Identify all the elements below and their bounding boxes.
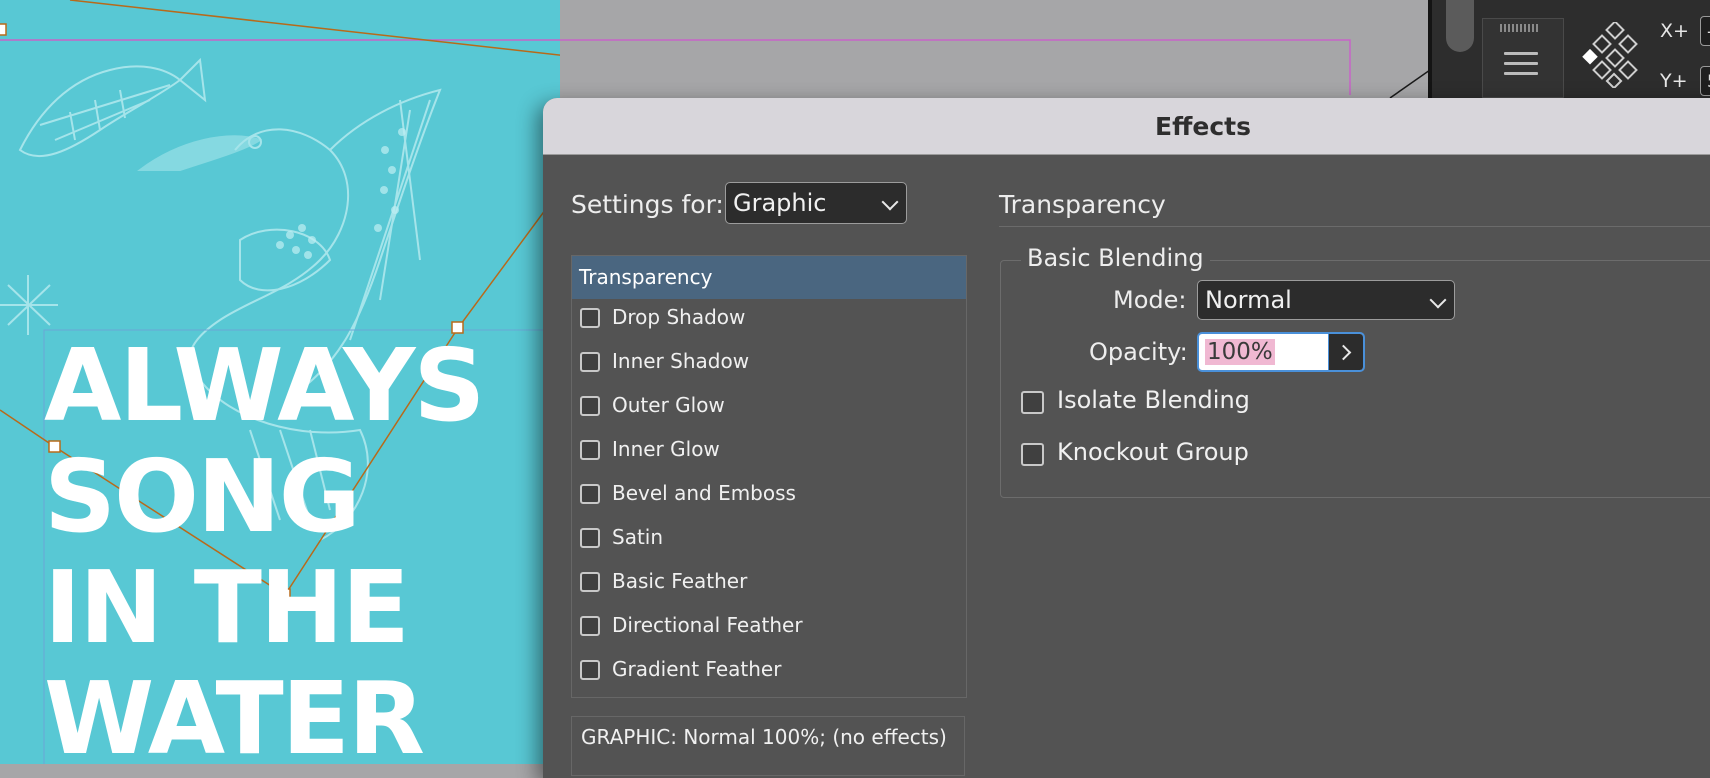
x-label: X+: [1660, 20, 1689, 42]
scrollbar-thumb[interactable]: [1446, 0, 1474, 52]
control-panel-strip: X+ - Y+ 5: [1428, 0, 1710, 98]
blend-mode-value: Normal: [1205, 286, 1292, 314]
effects-summary: GRAPHIC: Normal 100%; (no effects): [571, 716, 965, 776]
effect-label: Satin: [612, 525, 664, 549]
knockout-group-label: Knockout Group: [1057, 438, 1249, 466]
checkbox[interactable]: [580, 484, 600, 504]
mode-label: Mode:: [1113, 286, 1187, 314]
x-field[interactable]: -: [1700, 16, 1710, 46]
group-title: Basic Blending: [1021, 244, 1210, 272]
effect-label: Bevel and Emboss: [612, 481, 796, 505]
opacity-slider-button[interactable]: [1328, 334, 1363, 370]
pasteboard: [560, 0, 1430, 98]
effect-label: Directional Feather: [612, 613, 803, 637]
effect-label: Drop Shadow: [612, 305, 746, 329]
checkbox[interactable]: [580, 616, 600, 636]
panel-title: Transparency: [999, 190, 1166, 219]
effects-dialog: Effects Settings for: Graphic Transparen…: [543, 98, 1710, 778]
opacity-field[interactable]: 100%: [1197, 332, 1365, 372]
opacity-value[interactable]: 100%: [1205, 339, 1275, 365]
headline-line: IN THE: [44, 549, 410, 666]
effect-label: Inner Glow: [612, 437, 720, 461]
y-label: Y+: [1660, 70, 1688, 92]
divider: [999, 226, 1710, 227]
menu-icon[interactable]: [1504, 52, 1538, 78]
settings-for-value: Graphic: [733, 189, 827, 217]
pasteboard-guides: [560, 39, 1430, 98]
dialog-title: Effects: [1155, 112, 1251, 141]
isolate-blending-checkbox[interactable]: [1021, 391, 1044, 414]
grip-handle[interactable]: [1500, 24, 1540, 32]
opacity-label: Opacity:: [1089, 338, 1188, 366]
checkbox[interactable]: [580, 396, 600, 416]
chevron-down-icon: [1429, 291, 1447, 309]
effect-label: Outer Glow: [612, 393, 725, 417]
y-field[interactable]: 5: [1700, 66, 1710, 96]
headline-line: WATER: [44, 660, 425, 764]
headline-line: ALWAYS: [44, 327, 485, 444]
effect-label: Gradient Feather: [612, 657, 782, 681]
checkbox[interactable]: [580, 308, 600, 328]
chevron-right-icon: [1335, 344, 1352, 361]
checkbox[interactable]: [580, 352, 600, 372]
reference-point-icon[interactable]: [1582, 22, 1648, 88]
checkbox[interactable]: [580, 660, 600, 680]
checkbox[interactable]: [580, 572, 600, 592]
dialog-titlebar[interactable]: Effects: [543, 98, 1710, 155]
effect-label: Basic Feather: [612, 569, 748, 593]
isolate-blending-label: Isolate Blending: [1057, 386, 1250, 414]
blend-mode-select[interactable]: Normal: [1197, 280, 1455, 320]
checkbox[interactable]: [580, 440, 600, 460]
settings-for-label: Settings for:: [571, 190, 724, 219]
document-page[interactable]: ALWAYS SONG IN THE WATER: [0, 0, 560, 764]
headline-text[interactable]: ALWAYS SONG IN THE WATER: [44, 327, 485, 764]
effect-label: Inner Shadow: [612, 349, 750, 373]
effects-list: Transparency Drop Shadow Inner Shadow Ou…: [571, 255, 967, 698]
settings-for-select[interactable]: Graphic: [725, 182, 907, 224]
checkbox[interactable]: [580, 528, 600, 548]
chevron-down-icon: [881, 193, 899, 211]
knockout-group-checkbox[interactable]: [1021, 443, 1044, 466]
headline-line: SONG: [44, 438, 361, 555]
effect-item-transparency[interactable]: Transparency: [572, 256, 966, 299]
